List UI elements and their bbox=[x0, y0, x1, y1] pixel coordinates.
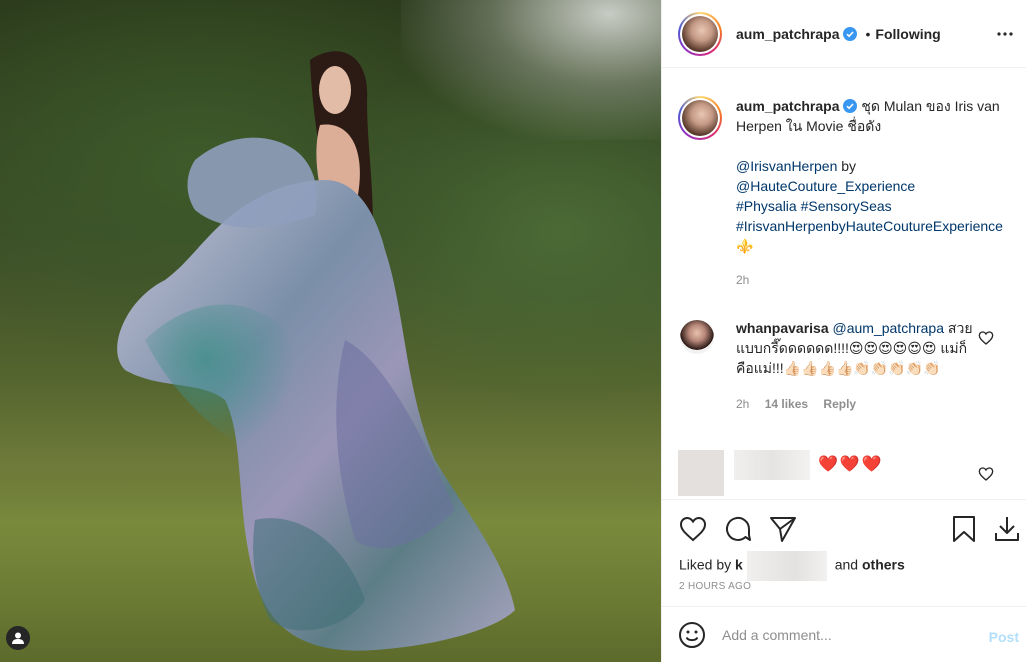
liked-by-and: and bbox=[834, 556, 859, 573]
add-comment-bar: Post bbox=[662, 606, 1026, 662]
liked-by: Liked by k and others bbox=[679, 551, 905, 581]
commenter-username[interactable]: whanpavarisa bbox=[736, 320, 829, 336]
more-options-icon[interactable] bbox=[993, 22, 1017, 46]
tagged-user-icon[interactable] bbox=[6, 626, 30, 650]
hashtag-sensoryseas[interactable]: #SensorySeas bbox=[801, 198, 892, 214]
liked-by-user-blurred[interactable] bbox=[746, 551, 827, 581]
comments-area[interactable]: aum_patchrapa ชุด Mulan ของ Iris van Her… bbox=[662, 69, 1026, 499]
hashtag-irisvanherpen[interactable]: #IrisvanHerpenbyHauteCoutureExperience bbox=[736, 218, 1003, 234]
comment-input[interactable] bbox=[722, 626, 982, 643]
comment-item: whanpavarisa @aum_patchrapa สวยแบบกรี๊ดด… bbox=[678, 318, 1018, 414]
post-header: aum_patchrapa • Following bbox=[662, 0, 1026, 68]
comment-time[interactable]: 2h bbox=[736, 397, 749, 411]
post-button[interactable]: Post bbox=[989, 629, 1019, 645]
reply-button[interactable]: Reply bbox=[823, 397, 856, 411]
download-icon[interactable] bbox=[992, 514, 1022, 544]
share-icon[interactable] bbox=[768, 514, 798, 544]
post-panel: aum_patchrapa • Following aum_patchrapa … bbox=[661, 0, 1026, 662]
post-timestamp[interactable]: 2 HOURS AGO bbox=[679, 581, 751, 592]
caption-mention-haute[interactable]: @HauteCouture_Experience bbox=[736, 178, 915, 194]
caption-time[interactable]: 2h bbox=[736, 270, 1004, 290]
author-avatar[interactable] bbox=[678, 11, 722, 56]
comment-like-icon[interactable] bbox=[978, 330, 994, 346]
caption-username[interactable]: aum_patchrapa bbox=[736, 98, 839, 114]
like-icon[interactable] bbox=[678, 514, 708, 544]
verified-icon bbox=[843, 99, 858, 113]
save-bookmark-icon[interactable] bbox=[949, 514, 979, 544]
photo-subject bbox=[117, 51, 515, 651]
comment-hearts: ❤️❤️❤️ bbox=[818, 456, 884, 473]
caption-avatar[interactable] bbox=[678, 96, 722, 140]
commenter-username-blurred[interactable] bbox=[734, 450, 810, 480]
liked-by-user-letter[interactable]: k bbox=[735, 557, 743, 573]
comment-likes[interactable]: 14 likes bbox=[765, 397, 808, 411]
caption: aum_patchrapa ชุด Mulan ของ Iris van Her… bbox=[678, 96, 1018, 290]
caption-by: by bbox=[841, 158, 857, 174]
comment-meta: 2h 14 likes Reply bbox=[736, 394, 984, 414]
liked-by-prefix: Liked by bbox=[679, 556, 732, 573]
caption-mention-iris[interactable]: @IrisvanHerpen bbox=[736, 158, 837, 174]
comment-like-icon[interactable] bbox=[978, 466, 994, 482]
post-photo[interactable] bbox=[0, 0, 661, 662]
comment-item: ❤️❤️❤️ bbox=[678, 450, 1018, 496]
comment-icon[interactable] bbox=[723, 514, 753, 544]
emoji-icon[interactable] bbox=[678, 621, 706, 649]
fleur-de-lis-emoji: ⚜️ bbox=[736, 238, 754, 254]
verified-icon bbox=[843, 26, 858, 41]
commenter-avatar[interactable] bbox=[680, 320, 714, 354]
liked-by-others[interactable]: others bbox=[862, 557, 905, 573]
comment-mention[interactable]: @aum_patchrapa bbox=[833, 320, 945, 336]
commenter-avatar-blurred[interactable] bbox=[678, 450, 724, 496]
following-button[interactable]: Following bbox=[875, 26, 940, 42]
separator-dot: • bbox=[865, 25, 871, 42]
action-bar bbox=[662, 499, 1026, 559]
author-username[interactable]: aum_patchrapa bbox=[736, 26, 839, 42]
hashtag-physalia[interactable]: #Physalia bbox=[736, 198, 797, 214]
